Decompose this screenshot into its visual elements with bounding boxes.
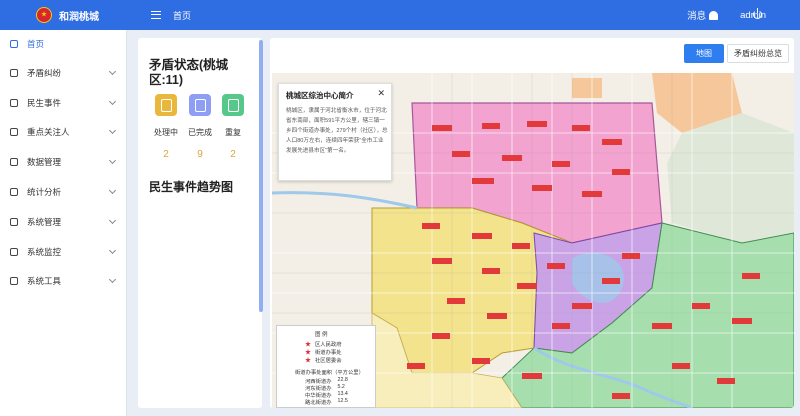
stat-label: 重复 xyxy=(225,128,241,137)
power-icon[interactable] xyxy=(753,8,762,19)
sidebar-item-label: 首页 xyxy=(27,39,45,49)
sidebar-item-livelihood[interactable]: 民生事件 xyxy=(0,93,127,113)
info-card-body: 桃城区，隶属于河北省衡水市，位于河北省东南部，面积591平方公里，辖三镇一乡四个… xyxy=(286,108,388,154)
sidebar-item-disputes[interactable]: 矛盾纠纷 xyxy=(0,63,127,83)
toolbox-icon xyxy=(10,277,18,285)
chevron-down-icon xyxy=(108,216,117,225)
legend-row-label: 区人民政府 xyxy=(315,342,342,348)
star-icon xyxy=(305,349,311,355)
sidebar-item-label: 数据管理 xyxy=(27,157,62,167)
stat-count: 2 xyxy=(230,149,236,160)
legend-row-label: 社区居委会 xyxy=(315,358,342,364)
person-icon xyxy=(10,99,18,107)
app-title: 和润桃城 xyxy=(59,11,99,23)
legend-title: 图 例 xyxy=(315,332,328,338)
district-map[interactable]: 桃城区综治中心简介 ✕ 桃城区，隶属于河北省衡水市，位于河北省东南部，面积591… xyxy=(272,73,794,408)
district-info-card: 桃城区综治中心简介 ✕ 桃城区，隶属于河北省衡水市，位于河北省东南部，面积591… xyxy=(278,83,392,181)
sidebar-item-label: 矛盾纠纷 xyxy=(27,68,62,78)
sidebar-item-label: 重点关注人 xyxy=(27,127,70,137)
sidebar-item-system-tools[interactable]: 系统工具 xyxy=(0,271,127,291)
edit-icon xyxy=(155,94,177,116)
panel-scrollbar[interactable] xyxy=(259,40,263,312)
people-icon xyxy=(10,128,18,136)
sidebar-item-label: 民生事件 xyxy=(27,98,62,108)
trend-chart-title: 民生事件趋势图 xyxy=(149,180,234,194)
sidebar-item-data-management[interactable]: 数据管理 xyxy=(0,152,127,172)
area-value: 12.5 xyxy=(337,398,348,404)
copy-icon xyxy=(189,94,211,116)
star-icon xyxy=(305,341,311,347)
chevron-down-icon xyxy=(108,275,117,284)
chevron-down-icon xyxy=(108,126,117,135)
sidebar-item-label: 系统工具 xyxy=(27,276,62,286)
dispute-icon xyxy=(10,69,18,77)
chart-icon xyxy=(10,158,18,166)
star-icon xyxy=(305,357,311,363)
area-name: 路北街道办 xyxy=(305,400,332,406)
stat-completed[interactable]: 已完成 9 xyxy=(186,94,214,160)
link-icon xyxy=(222,94,244,116)
sidebar-item-system-monitor[interactable]: 系统监控 xyxy=(0,242,127,262)
sidebar-item-label: 系统监控 xyxy=(27,247,62,257)
sidebar-item-label: 统计分析 xyxy=(27,187,62,197)
close-icon[interactable]: ✕ xyxy=(377,88,385,99)
stat-label: 处理中 xyxy=(154,128,178,137)
legend-area-row: 路北街道办 12.5 xyxy=(305,398,348,406)
top-bar: 和润桃城 首页 消息 admin xyxy=(0,0,800,30)
messages-link[interactable]: 消息 xyxy=(687,8,706,22)
chevron-down-icon xyxy=(108,246,117,255)
legend-area-title: 街道办事处面积（平方公里） xyxy=(295,370,364,376)
sidebar-item-label: 系统管理 xyxy=(27,217,62,227)
map-panel: 地图 矛盾纠纷总览 桃城区综治中心简介 ✕ 桃城区，隶属于河北省衡水市，位于河北… xyxy=(270,38,794,408)
bell-icon[interactable] xyxy=(709,10,719,20)
home-icon xyxy=(10,40,18,48)
stat-label: 已完成 xyxy=(188,128,212,137)
settings-icon xyxy=(10,218,18,226)
menu-toggle-icon[interactable] xyxy=(151,11,161,19)
map-legend: 图 例 区人民政府 街道办事处 社区居委会 街道办事处面积（平方公里） 河西街道… xyxy=(276,325,376,408)
stat-repeated[interactable]: 重复 2 xyxy=(219,94,247,160)
stat-count: 2 xyxy=(163,149,169,160)
sidebar-item-statistics[interactable]: 统计分析 xyxy=(0,182,127,202)
chevron-down-icon xyxy=(108,186,117,195)
dispute-status-panel: 矛盾状态(桃城区:11) 处理中 2 已完成 9 重复 2 民生事件趋势图 xyxy=(138,38,262,408)
tab-dispute-overview[interactable]: 矛盾纠纷总览 xyxy=(727,44,789,63)
legend-row: 区人民政府 xyxy=(305,340,342,348)
sidebar-item-home[interactable]: 首页 xyxy=(0,34,127,54)
tab-map[interactable]: 地图 xyxy=(684,44,724,63)
sidebar: 首页 矛盾纠纷 民生事件 重点关注人 数据管理 统计分析 系统管理 系统监控 系… xyxy=(0,30,127,416)
chevron-down-icon xyxy=(108,67,117,76)
emblem-icon xyxy=(36,7,52,23)
info-card-title: 桃城区综治中心简介 xyxy=(286,91,354,100)
monitor-icon xyxy=(10,248,18,256)
stat-count: 9 xyxy=(197,149,203,160)
sidebar-item-system-management[interactable]: 系统管理 xyxy=(0,212,127,232)
legend-row: 街道办事处 xyxy=(305,348,342,356)
sidebar-item-key-persons[interactable]: 重点关注人 xyxy=(0,122,127,142)
legend-row: 社区居委会 xyxy=(305,356,342,364)
stats-icon xyxy=(10,188,18,196)
breadcrumb[interactable]: 首页 xyxy=(173,9,191,22)
chevron-down-icon xyxy=(108,156,117,165)
stat-in-progress[interactable]: 处理中 2 xyxy=(152,94,180,160)
dispute-status-title: 矛盾状态(桃城区:11) xyxy=(149,58,229,87)
chevron-down-icon xyxy=(108,97,117,106)
legend-row-label: 街道办事处 xyxy=(315,350,342,356)
